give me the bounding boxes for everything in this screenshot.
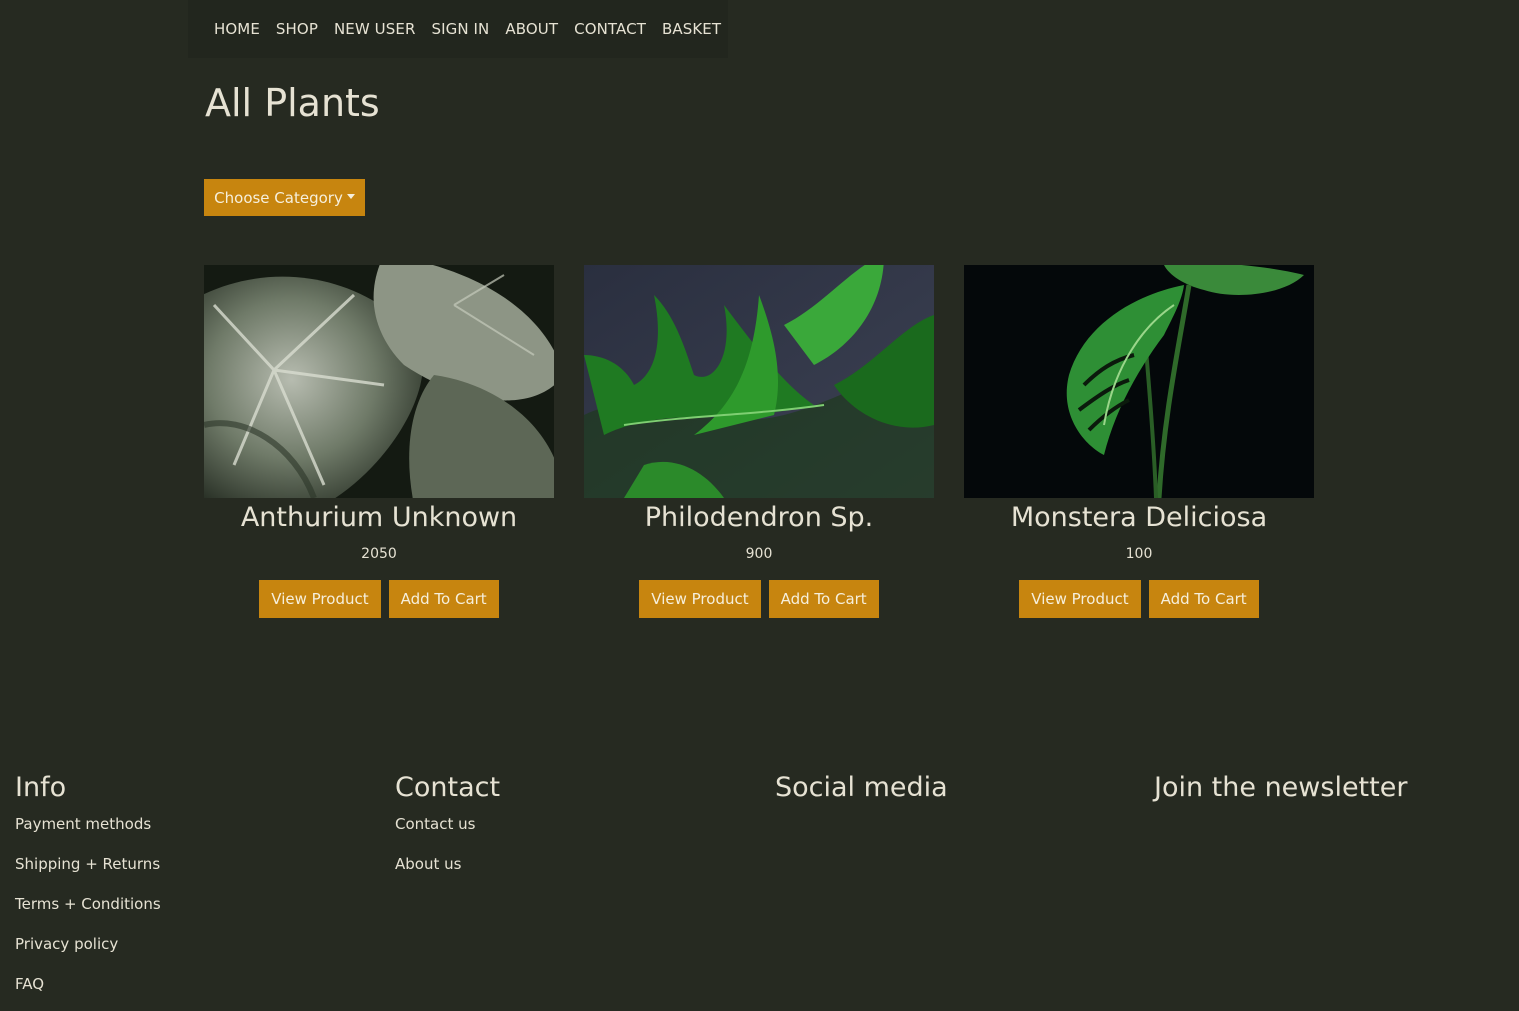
- nav-shop-link[interactable]: SHOP: [276, 20, 318, 38]
- add-to-cart-button[interactable]: Add To Cart: [388, 580, 499, 618]
- nav-home-link[interactable]: HOME: [214, 20, 260, 38]
- page-title: All Plants: [205, 81, 380, 125]
- nav-list: HOME SHOP NEW USER SIGN IN ABOUT CONTACT…: [214, 19, 721, 39]
- footer-info-column: Info Payment methods Shipping + Returns …: [15, 770, 375, 1004]
- footer-newsletter-heading: Join the newsletter: [1154, 772, 1408, 803]
- nav-sign-in-link[interactable]: SIGN IN: [431, 20, 489, 38]
- nav-about-link[interactable]: ABOUT: [505, 20, 558, 38]
- privacy-policy-link[interactable]: Privacy policy: [15, 924, 375, 964]
- nav-contact-link[interactable]: CONTACT: [574, 20, 646, 38]
- caret-down-icon: [346, 194, 355, 199]
- product-price: 900: [745, 546, 773, 562]
- payment-methods-link[interactable]: Payment methods: [15, 804, 375, 844]
- top-navigation: HOME SHOP NEW USER SIGN IN ABOUT CONTACT…: [188, 0, 728, 58]
- choose-category-dropdown[interactable]: Choose Category: [204, 179, 365, 216]
- product-name: Monstera Deliciosa: [1010, 502, 1268, 533]
- about-us-link[interactable]: About us: [395, 844, 755, 884]
- add-to-cart-button[interactable]: Add To Cart: [1148, 580, 1259, 618]
- monstera-leaf-photo: [964, 265, 1314, 498]
- add-to-cart-button[interactable]: Add To Cart: [768, 580, 879, 618]
- product-actions: View Product Add To Cart: [584, 580, 934, 618]
- footer-contact-column: Contact Contact us About us: [395, 770, 755, 884]
- site-footer: Info Payment methods Shipping + Returns …: [0, 770, 1519, 1011]
- faq-link[interactable]: FAQ: [15, 964, 375, 1004]
- product-image[interactable]: [204, 265, 554, 498]
- view-product-button[interactable]: View Product: [1019, 580, 1141, 618]
- view-product-button[interactable]: View Product: [259, 580, 381, 618]
- product-card: Monstera Deliciosa 100 View Product Add …: [964, 265, 1314, 625]
- category-button-label: Choose Category: [214, 188, 343, 207]
- footer-info-links: Payment methods Shipping + Returns Terms…: [15, 804, 375, 1004]
- nav-basket-link[interactable]: BASKET: [662, 20, 721, 38]
- product-image[interactable]: [584, 265, 934, 498]
- terms-conditions-link[interactable]: Terms + Conditions: [15, 884, 375, 924]
- product-actions: View Product Add To Cart: [204, 580, 554, 618]
- anthurium-leaf-photo: [204, 265, 554, 498]
- footer-contact-heading: Contact: [395, 772, 501, 803]
- footer-social-column: Social media: [775, 770, 1135, 806]
- product-image[interactable]: [964, 265, 1314, 498]
- contact-us-link[interactable]: Contact us: [395, 804, 755, 844]
- footer-newsletter-column: Join the newsletter: [1154, 770, 1514, 806]
- product-grid: Anthurium Unknown 2050 View Product Add …: [204, 265, 1314, 625]
- footer-contact-links: Contact us About us: [395, 804, 755, 884]
- view-product-button[interactable]: View Product: [639, 580, 761, 618]
- footer-info-heading: Info: [15, 772, 67, 803]
- philodendron-leaf-photo: [584, 265, 934, 498]
- footer-social-heading: Social media: [775, 772, 948, 803]
- product-price: 2050: [361, 546, 397, 562]
- nav-new-user-link[interactable]: NEW USER: [334, 20, 416, 38]
- shipping-returns-link[interactable]: Shipping + Returns: [15, 844, 375, 884]
- product-name: Anthurium Unknown: [240, 502, 518, 533]
- product-name: Philodendron Sp.: [644, 502, 874, 533]
- product-actions: View Product Add To Cart: [964, 580, 1314, 618]
- product-card: Anthurium Unknown 2050 View Product Add …: [204, 265, 554, 625]
- product-card: Philodendron Sp. 900 View Product Add To…: [584, 265, 934, 625]
- product-price: 100: [1125, 546, 1153, 562]
